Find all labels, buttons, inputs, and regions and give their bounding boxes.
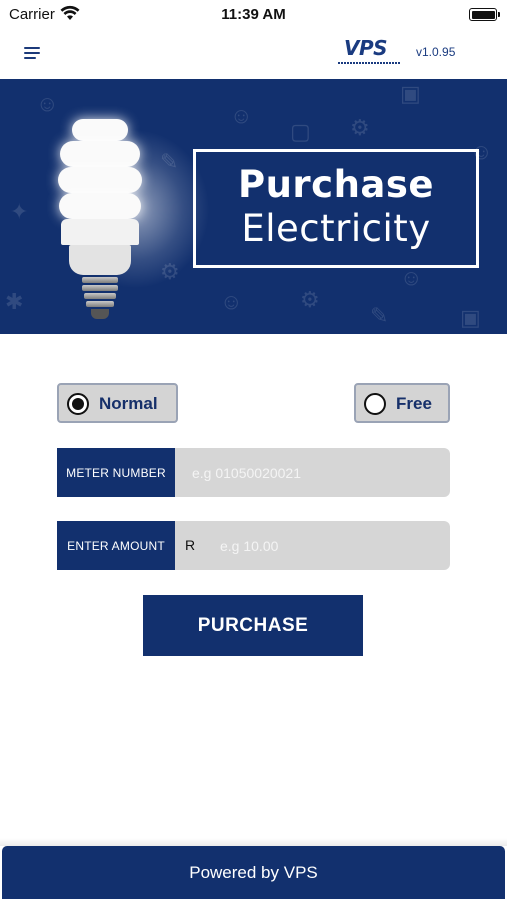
logo-tagline: [338, 62, 400, 64]
banner-title-box: Purchase Electricity: [193, 149, 479, 268]
nav-bar: VPS v1.0.95: [0, 30, 507, 78]
lightbulb-icon: [50, 109, 210, 319]
status-bar: Carrier 11:39 AM: [0, 0, 507, 30]
purchase-button[interactable]: PURCHASE: [143, 595, 363, 656]
banner-title-electricity: Electricity: [241, 207, 431, 250]
free-radio-label: Free: [396, 394, 432, 413]
meter-number-label: METER NUMBER: [57, 448, 175, 497]
radio-unchecked-icon: [364, 393, 386, 415]
logo-text: VPS: [344, 36, 388, 60]
battery-icon: [469, 8, 500, 21]
menu-icon[interactable]: [24, 46, 42, 60]
currency-prefix: R: [185, 537, 196, 553]
clock: 11:39 AM: [221, 6, 286, 23]
footer-text: Powered by VPS: [189, 862, 318, 882]
amount-label: ENTER AMOUNT: [57, 521, 175, 570]
free-radio-button[interactable]: Free: [354, 383, 450, 423]
normal-radio-button[interactable]: Normal: [57, 383, 178, 423]
app-version: v1.0.95: [416, 45, 456, 59]
normal-radio-label: Normal: [99, 394, 158, 413]
meter-number-row: METER NUMBER: [57, 448, 450, 497]
vps-logo: VPS: [338, 36, 400, 68]
purchase-electricity-banner: ☺ ☺ ▣ ⚙ ☺ ✎ ▢ ✦ ⚙ ☺ ⚙ ☺ ▣ ✱ ✎ Purchase E…: [0, 79, 507, 334]
banner-title-purchase: Purchase: [237, 163, 435, 206]
amount-row: ENTER AMOUNT R: [57, 521, 450, 570]
footer-shadow: [0, 838, 507, 846]
meter-number-input[interactable]: [175, 448, 450, 497]
footer-powered-by: Powered by VPS: [2, 846, 505, 899]
amount-input[interactable]: [175, 521, 450, 570]
radio-checked-icon: [67, 393, 89, 415]
